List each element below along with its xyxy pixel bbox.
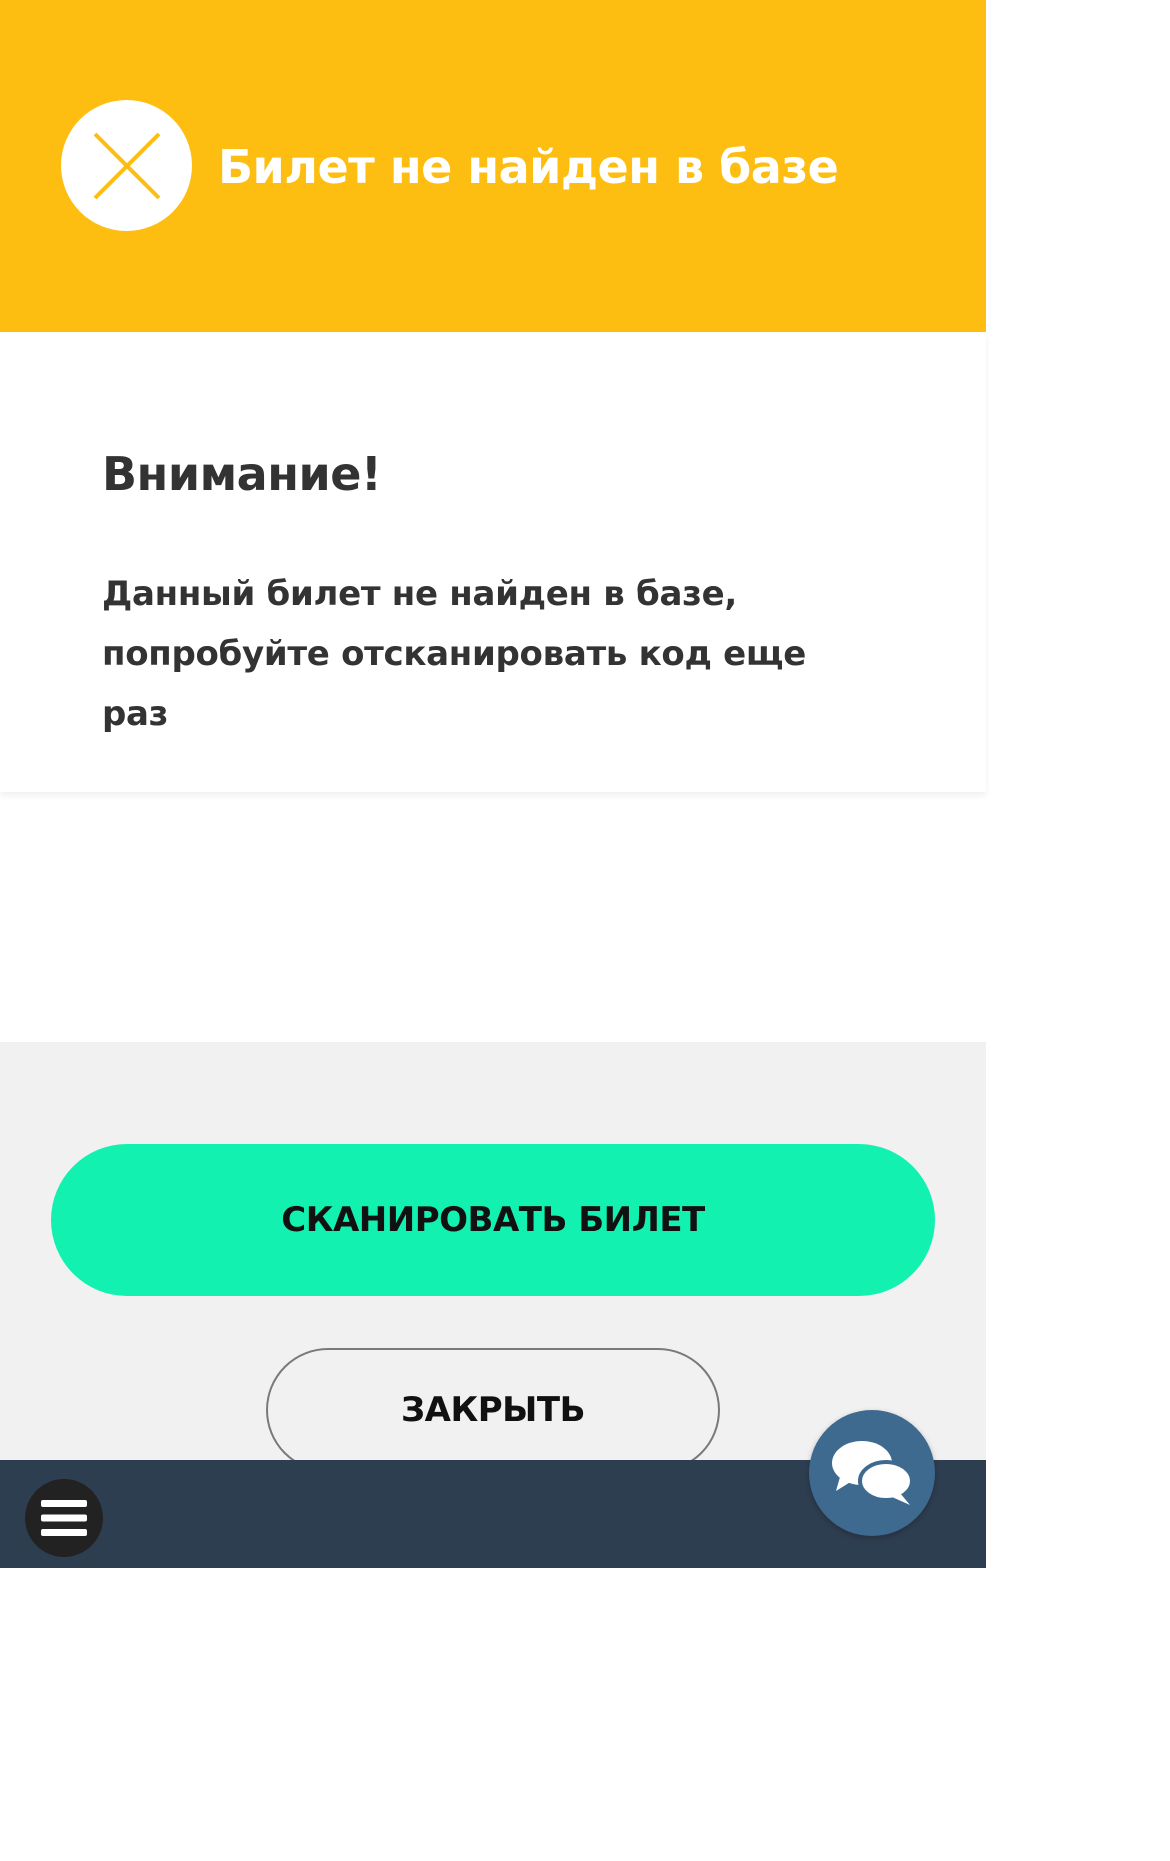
status-banner: Билет не найден в базе [0, 0, 986, 332]
message-text: Данный билет не найден в базе, попробуйт… [102, 574, 806, 734]
hamburger-menu-icon[interactable] [25, 1479, 103, 1557]
message-heading: Внимание! [102, 447, 382, 501]
message-card: Внимание! Данный билет не найден в базе,… [0, 332, 986, 792]
scan-ticket-button[interactable]: СКАНИРОВАТЬ БИЛЕТ [51, 1144, 935, 1296]
chat-bubbles-icon[interactable] [809, 1410, 935, 1536]
status-title: Билет не найден в базе [218, 140, 839, 194]
close-x-icon [61, 100, 192, 231]
close-button[interactable]: ЗАКРЫТЬ [266, 1348, 720, 1472]
